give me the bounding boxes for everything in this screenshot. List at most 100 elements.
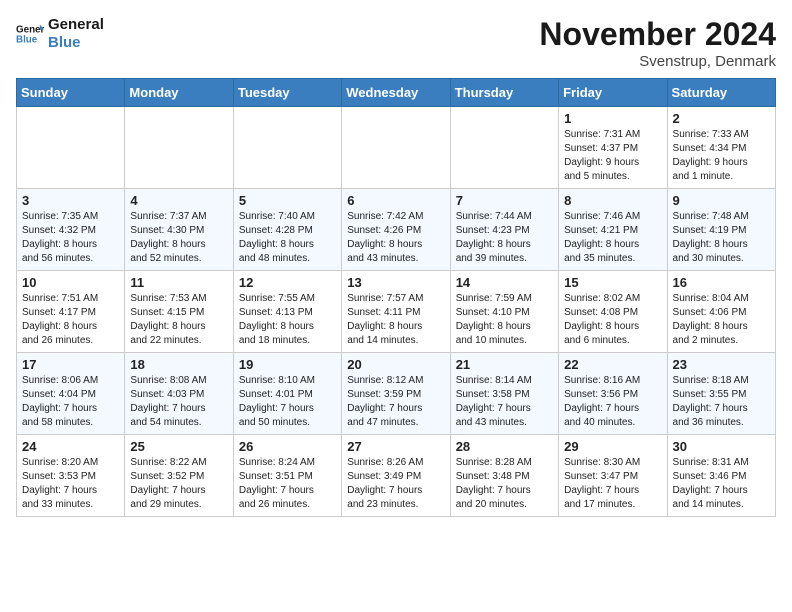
calendar-cell: 2 Sunrise: 7:33 AM Sunset: 4:34 PM Daylig… — [667, 107, 775, 189]
weekday-header-row: SundayMondayTuesdayWednesdayThursdayFrid… — [17, 79, 776, 107]
day-number: 10 — [22, 275, 119, 290]
calendar-cell: 20 Sunrise: 8:12 AM Sunset: 3:59 PM Dayli… — [342, 353, 450, 435]
day-info: Sunrise: 7:55 AM Sunset: 4:13 PM Dayligh… — [239, 292, 336, 348]
calendar-week-row: 17 Sunrise: 8:06 AM Sunset: 4:04 PM Dayli… — [17, 353, 776, 435]
day-number: 16 — [673, 275, 770, 290]
calendar-week-row: 1 Sunrise: 7:31 AM Sunset: 4:37 PM Daylig… — [17, 107, 776, 189]
calendar-cell: 14 Sunrise: 7:59 AM Sunset: 4:10 PM Dayli… — [450, 271, 558, 353]
calendar-week-row: 24 Sunrise: 8:20 AM Sunset: 3:53 PM Dayli… — [17, 435, 776, 517]
day-info: Sunrise: 7:48 AM Sunset: 4:19 PM Dayligh… — [673, 210, 770, 266]
day-number: 7 — [456, 193, 553, 208]
calendar-cell: 10 Sunrise: 7:51 AM Sunset: 4:17 PM Dayli… — [17, 271, 125, 353]
calendar-cell: 8 Sunrise: 7:46 AM Sunset: 4:21 PM Daylig… — [559, 189, 667, 271]
calendar-cell: 5Sunrise: 7:40 AM Sunset: 4:28 PM Daylig… — [233, 189, 341, 271]
weekday-header: Monday — [125, 79, 233, 107]
calendar-cell: 9Sunrise: 7:48 AM Sunset: 4:19 PM Daylig… — [667, 189, 775, 271]
logo-icon: General Blue — [16, 20, 44, 48]
day-info: Sunrise: 7:33 AM Sunset: 4:34 PM Dayligh… — [673, 128, 770, 184]
day-number: 29 — [564, 439, 661, 454]
day-info: Sunrise: 8:08 AM Sunset: 4:03 PM Dayligh… — [130, 374, 227, 430]
calendar-cell: 21 Sunrise: 8:14 AM Sunset: 3:58 PM Dayli… — [450, 353, 558, 435]
weekday-header: Friday — [559, 79, 667, 107]
day-info: Sunrise: 8:26 AM Sunset: 3:49 PM Dayligh… — [347, 456, 444, 512]
day-info: Sunrise: 8:04 AM Sunset: 4:06 PM Dayligh… — [673, 292, 770, 348]
day-number: 3 — [22, 193, 119, 208]
day-info: Sunrise: 7:46 AM Sunset: 4:21 PM Dayligh… — [564, 210, 661, 266]
day-info: Sunrise: 7:44 AM Sunset: 4:23 PM Dayligh… — [456, 210, 553, 266]
calendar-cell — [125, 107, 233, 189]
calendar-cell: 26Sunrise: 8:24 AM Sunset: 3:51 PM Dayli… — [233, 435, 341, 517]
calendar-cell: 1 Sunrise: 7:31 AM Sunset: 4:37 PM Daylig… — [559, 107, 667, 189]
calendar-cell: 24 Sunrise: 8:20 AM Sunset: 3:53 PM Dayli… — [17, 435, 125, 517]
calendar-week-row: 10 Sunrise: 7:51 AM Sunset: 4:17 PM Dayli… — [17, 271, 776, 353]
weekday-header: Sunday — [17, 79, 125, 107]
day-number: 6 — [347, 193, 444, 208]
day-info: Sunrise: 8:20 AM Sunset: 3:53 PM Dayligh… — [22, 456, 119, 512]
calendar-cell: 19 Sunrise: 8:10 AM Sunset: 4:01 PM Dayli… — [233, 353, 341, 435]
day-info: Sunrise: 8:10 AM Sunset: 4:01 PM Dayligh… — [239, 374, 336, 430]
day-info: Sunrise: 8:14 AM Sunset: 3:58 PM Dayligh… — [456, 374, 553, 430]
title-block: November 2024 Svenstrup, Denmark — [539, 16, 776, 70]
day-info: Sunrise: 8:06 AM Sunset: 4:04 PM Dayligh… — [22, 374, 119, 430]
calendar-week-row: 3 Sunrise: 7:35 AM Sunset: 4:32 PM Daylig… — [17, 189, 776, 271]
day-number: 28 — [456, 439, 553, 454]
day-number: 13 — [347, 275, 444, 290]
calendar-table: SundayMondayTuesdayWednesdayThursdayFrid… — [16, 78, 776, 517]
day-number: 22 — [564, 357, 661, 372]
day-number: 15 — [564, 275, 661, 290]
day-info: Sunrise: 8:22 AM Sunset: 3:52 PM Dayligh… — [130, 456, 227, 512]
location-subtitle: Svenstrup, Denmark — [539, 53, 776, 70]
calendar-cell: 6 Sunrise: 7:42 AM Sunset: 4:26 PM Daylig… — [342, 189, 450, 271]
logo: General Blue General Blue — [16, 16, 104, 52]
weekday-header: Tuesday — [233, 79, 341, 107]
calendar-cell: 16 Sunrise: 8:04 AM Sunset: 4:06 PM Dayli… — [667, 271, 775, 353]
day-info: Sunrise: 7:31 AM Sunset: 4:37 PM Dayligh… — [564, 128, 661, 184]
calendar-cell: 18 Sunrise: 8:08 AM Sunset: 4:03 PM Dayli… — [125, 353, 233, 435]
day-number: 17 — [22, 357, 119, 372]
day-number: 19 — [239, 357, 336, 372]
day-info: Sunrise: 8:16 AM Sunset: 3:56 PM Dayligh… — [564, 374, 661, 430]
day-info: Sunrise: 8:18 AM Sunset: 3:55 PM Dayligh… — [673, 374, 770, 430]
day-number: 23 — [673, 357, 770, 372]
calendar-cell: 7 Sunrise: 7:44 AM Sunset: 4:23 PM Daylig… — [450, 189, 558, 271]
day-info: Sunrise: 8:12 AM Sunset: 3:59 PM Dayligh… — [347, 374, 444, 430]
calendar-cell: 13 Sunrise: 7:57 AM Sunset: 4:11 PM Dayli… — [342, 271, 450, 353]
calendar-cell: 3 Sunrise: 7:35 AM Sunset: 4:32 PM Daylig… — [17, 189, 125, 271]
day-number: 18 — [130, 357, 227, 372]
day-number: 12 — [239, 275, 336, 290]
page-header: General Blue General Blue November 2024 … — [16, 16, 776, 70]
day-number: 1 — [564, 111, 661, 126]
weekday-header: Wednesday — [342, 79, 450, 107]
day-info: Sunrise: 8:31 AM Sunset: 3:46 PM Dayligh… — [673, 456, 770, 512]
calendar-cell: 4Sunrise: 7:37 AM Sunset: 4:30 PM Daylig… — [125, 189, 233, 271]
calendar-cell — [17, 107, 125, 189]
calendar-cell: 29Sunrise: 8:30 AM Sunset: 3:47 PM Dayli… — [559, 435, 667, 517]
day-info: Sunrise: 7:37 AM Sunset: 4:30 PM Dayligh… — [130, 210, 227, 266]
day-info: Sunrise: 7:57 AM Sunset: 4:11 PM Dayligh… — [347, 292, 444, 348]
day-info: Sunrise: 8:24 AM Sunset: 3:51 PM Dayligh… — [239, 456, 336, 512]
calendar-cell: 17 Sunrise: 8:06 AM Sunset: 4:04 PM Dayli… — [17, 353, 125, 435]
weekday-header: Saturday — [667, 79, 775, 107]
day-number: 8 — [564, 193, 661, 208]
calendar-cell: 23 Sunrise: 8:18 AM Sunset: 3:55 PM Dayli… — [667, 353, 775, 435]
day-number: 24 — [22, 439, 119, 454]
day-number: 27 — [347, 439, 444, 454]
logo-general: General — [48, 16, 104, 33]
day-info: Sunrise: 7:59 AM Sunset: 4:10 PM Dayligh… — [456, 292, 553, 348]
month-title: November 2024 — [539, 16, 776, 53]
calendar-cell: 15Sunrise: 8:02 AM Sunset: 4:08 PM Dayli… — [559, 271, 667, 353]
day-number: 20 — [347, 357, 444, 372]
day-number: 21 — [456, 357, 553, 372]
day-number: 11 — [130, 275, 227, 290]
day-info: Sunrise: 7:53 AM Sunset: 4:15 PM Dayligh… — [130, 292, 227, 348]
day-info: Sunrise: 7:42 AM Sunset: 4:26 PM Dayligh… — [347, 210, 444, 266]
logo-blue: Blue — [48, 34, 81, 51]
day-info: Sunrise: 7:51 AM Sunset: 4:17 PM Dayligh… — [22, 292, 119, 348]
calendar-cell: 27 Sunrise: 8:26 AM Sunset: 3:49 PM Dayli… — [342, 435, 450, 517]
calendar-cell: 22 Sunrise: 8:16 AM Sunset: 3:56 PM Dayli… — [559, 353, 667, 435]
day-info: Sunrise: 7:35 AM Sunset: 4:32 PM Dayligh… — [22, 210, 119, 266]
day-number: 30 — [673, 439, 770, 454]
day-number: 14 — [456, 275, 553, 290]
day-number: 2 — [673, 111, 770, 126]
day-info: Sunrise: 8:28 AM Sunset: 3:48 PM Dayligh… — [456, 456, 553, 512]
